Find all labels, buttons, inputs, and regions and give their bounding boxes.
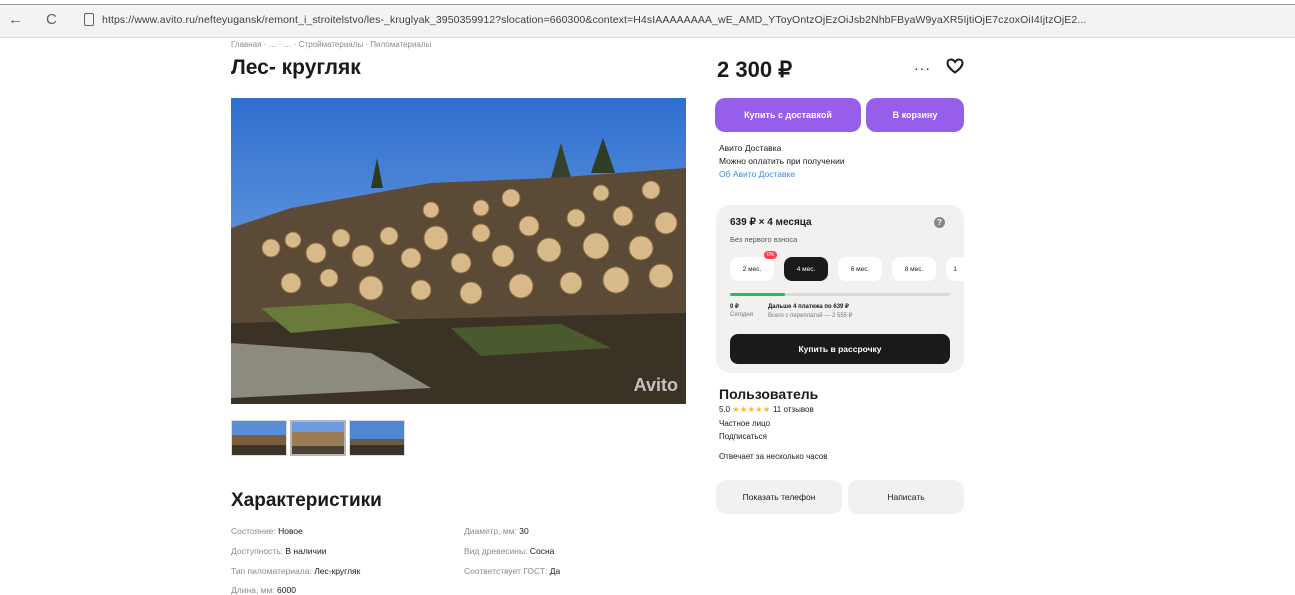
zero-percent-badge: 0% [764,251,778,259]
rating-value: 5.0 [719,405,731,414]
reload-icon[interactable]: C [46,12,57,28]
installment-progress-bar [730,293,950,296]
char-key: Тип пиломатериала: [231,566,315,576]
favorite-heart-icon[interactable] [946,58,964,79]
subscribe-link[interactable]: Подписаться [719,432,767,441]
delivery-info-link[interactable]: Об Авито Доставке [719,169,795,179]
heart-icon-shape [946,58,964,74]
total-with-overpayment: Всего с переплатой — 2 555 ₽ [768,313,853,319]
photo-thumbnails [231,420,405,456]
installment-title: 639 ₽ × 4 месяца [730,217,812,228]
seller-name[interactable]: Пользователь [719,386,818,402]
thumbnail-2[interactable] [290,420,346,456]
installment-progress-fill [730,293,785,296]
char-length: Длина, мм: 6000 [231,585,296,595]
thumbnail-image [292,422,344,454]
further-payments: Дальше 4 платежа по 639 ₽ [768,304,849,310]
response-time: Отвечает за несколько часов [719,452,828,461]
buy-with-delivery-button[interactable]: Купить с доставкой [715,98,861,132]
char-condition: Состояние: Новое [231,526,303,536]
browser-toolbar: ← C https://www.avito.ru/nefteyugansk/re… [0,0,1295,38]
characteristics-heading: Характеристики [231,490,382,511]
char-availability: Доступность: В наличии [231,546,326,556]
thumbnail-3[interactable] [349,420,405,456]
installment-subtitle: Без первого взноса [730,235,798,244]
char-lumber-type: Тип пиломатериала: Лес-кругляк [231,566,360,576]
thumbnail-image [350,421,404,455]
window-top-border [0,0,1295,5]
char-key: Вид древесины: [464,546,530,556]
logs-photo [231,98,686,404]
char-key: Длина, мм: [231,585,278,595]
address-bar[interactable]: https://www.avito.ru/nefteyugansk/remont… [76,10,1290,32]
today-amount: 0 ₽ [730,304,739,310]
price: 2 300 ₽ [717,57,793,82]
page-title: Лес- кругляк [231,56,361,79]
char-value: 30 [519,526,529,536]
breadcrumb[interactable]: Главная · … · … · Стройматериалы · Пилом… [231,40,431,49]
char-key: Диаметр, мм: [464,526,520,536]
write-message-button[interactable]: Написать [848,480,964,514]
buy-in-installments-button[interactable]: Купить в рассрочку [730,334,950,364]
reviews-count: 11 отзывов [772,405,814,414]
term-option[interactable]: 6 мес. [838,257,882,281]
char-wood-type: Вид древесины: Сосна [464,546,554,556]
delivery-title: Авито Доставка [719,143,782,153]
char-value: 6000 [277,585,296,595]
seller-type: Частное лицо [719,419,771,428]
avito-watermark: Avito [633,375,678,395]
star-rating-icon: ★★★★★ [732,405,771,414]
char-value: Лес-кругляк [314,566,361,576]
delivery-payment-note: Можно оплатить при получении [719,156,845,166]
term-option-partial[interactable]: 1 [946,257,964,281]
add-to-cart-button[interactable]: В корзину [866,98,964,132]
term-option-selected[interactable]: 4 мес. [784,257,828,281]
char-value: В наличии [285,546,327,556]
back-arrow-icon[interactable]: ← [8,12,23,28]
url-text[interactable]: https://www.avito.ru/nefteyugansk/remont… [102,14,1287,26]
char-key: Соответствует ГОСТ: [464,566,550,576]
show-phone-button[interactable]: Показать телефон [716,480,842,514]
char-value: Новое [278,526,303,536]
char-value: Сосна [529,546,555,556]
installment-card: 639 ₽ × 4 месяца Без первого взноса ? 2 … [716,205,964,373]
char-diameter: Диаметр, мм: 30 [464,526,529,536]
page-info-icon[interactable] [84,13,94,26]
main-photo[interactable]: Avito [231,98,686,404]
more-options-icon[interactable]: ··· [914,60,931,76]
seller-rating[interactable]: 5.0 ★★★★★ 11 отзывов [719,405,814,414]
char-key: Доступность: [231,546,286,556]
thumbnail-1[interactable] [231,420,287,456]
term-option[interactable]: 2 мес. [730,257,774,281]
char-gost: Соответствует ГОСТ: Да [464,566,560,576]
help-icon[interactable]: ? [934,217,945,228]
today-label: Сегодня [730,312,753,318]
thumbnail-image [232,421,286,455]
char-key: Состояние: [231,526,279,536]
term-option[interactable]: 8 мес. [892,257,936,281]
char-value: Да [549,566,561,576]
